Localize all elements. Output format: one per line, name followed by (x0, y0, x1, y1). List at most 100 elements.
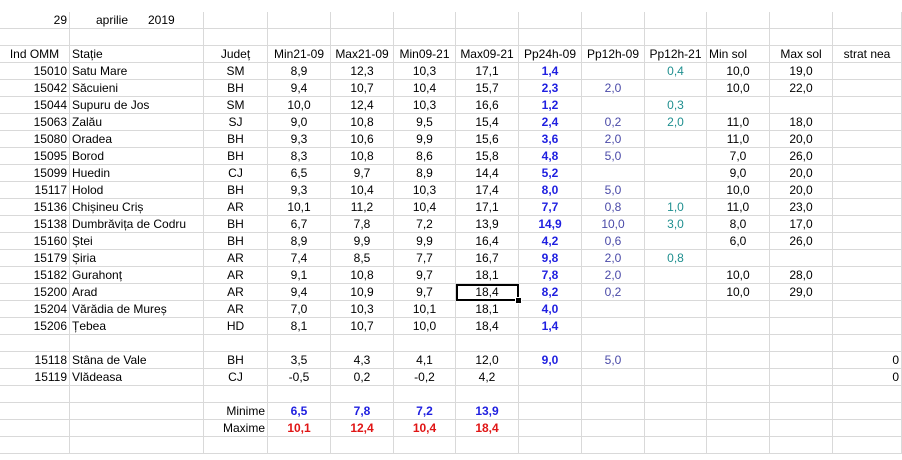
station-ind-cell[interactable]: 15095 (0, 148, 70, 165)
empty-cell[interactable] (519, 403, 582, 420)
station-maxsol-cell[interactable]: 19,0 (770, 63, 833, 80)
station-max0921-cell[interactable]: 13,9 (456, 216, 519, 233)
empty-cell[interactable] (582, 420, 645, 437)
empty-cell[interactable] (770, 335, 833, 352)
station-name-cell[interactable]: Ștei (70, 233, 204, 250)
empty-cell[interactable] (770, 403, 833, 420)
station-pp12_21-cell[interactable] (645, 233, 707, 250)
station-pp12_09-cell[interactable] (582, 318, 645, 335)
station-maxsol-cell[interactable]: 20,0 (770, 131, 833, 148)
station-pp12_09-cell[interactable]: 0,8 (582, 199, 645, 216)
station-ind-cell[interactable]: 15206 (0, 318, 70, 335)
empty-cell[interactable] (204, 386, 268, 403)
station-ind-cell[interactable]: 15042 (0, 80, 70, 97)
station-min0921-cell[interactable]: 4,1 (394, 352, 456, 369)
station-min0921-cell[interactable]: 10,3 (394, 97, 456, 114)
station-name-cell[interactable]: Oradea (70, 131, 204, 148)
minime-value[interactable]: 7,2 (394, 403, 456, 420)
empty-cell[interactable] (394, 335, 456, 352)
empty-cell[interactable] (519, 29, 582, 46)
station-pp24-cell[interactable]: 3,6 (519, 131, 582, 148)
empty-cell[interactable] (833, 403, 902, 420)
station-min2109-cell[interactable]: 10,0 (268, 97, 331, 114)
station-min0921-cell[interactable]: 9,7 (394, 284, 456, 301)
column-header[interactable]: Pp12h-21 (645, 46, 707, 63)
empty-cell[interactable] (331, 29, 394, 46)
station-max2109-cell[interactable]: 10,8 (331, 267, 394, 284)
empty-cell[interactable] (519, 335, 582, 352)
station-min2109-cell[interactable]: 8,9 (268, 63, 331, 80)
station-snow-cell[interactable] (833, 131, 902, 148)
selected-cell[interactable]: 18,4 (456, 284, 519, 301)
minime-value[interactable]: 7,8 (331, 403, 394, 420)
station-county-cell[interactable]: BH (204, 148, 268, 165)
empty-cell[interactable] (70, 437, 204, 454)
station-name-cell[interactable]: Chișineu Criș (70, 199, 204, 216)
empty-cell[interactable] (707, 29, 770, 46)
station-max2109-cell[interactable]: 10,4 (331, 182, 394, 199)
station-pp12_09-cell[interactable]: 5,0 (582, 148, 645, 165)
station-county-cell[interactable]: SM (204, 97, 268, 114)
station-min0921-cell[interactable]: 10,4 (394, 199, 456, 216)
station-min2109-cell[interactable]: 9,4 (268, 80, 331, 97)
empty-cell[interactable] (645, 386, 707, 403)
station-min0921-cell[interactable]: 10,3 (394, 63, 456, 80)
station-ind-cell[interactable]: 15138 (0, 216, 70, 233)
station-max0921-cell[interactable]: 18,4 (456, 318, 519, 335)
station-min0921-cell[interactable]: 10,1 (394, 301, 456, 318)
station-snow-cell[interactable] (833, 182, 902, 199)
empty-cell[interactable] (268, 386, 331, 403)
empty-cell[interactable] (0, 420, 70, 437)
station-max0921-cell[interactable]: 12,0 (456, 352, 519, 369)
station-min2109-cell[interactable]: -0,5 (268, 369, 331, 386)
station-max0921-cell[interactable]: 16,7 (456, 250, 519, 267)
empty-cell[interactable] (707, 335, 770, 352)
station-ind-cell[interactable]: 15119 (0, 369, 70, 386)
empty-cell[interactable] (645, 29, 707, 46)
station-min2109-cell[interactable]: 8,9 (268, 233, 331, 250)
station-pp24-cell[interactable]: 9,8 (519, 250, 582, 267)
station-name-cell[interactable]: Zalău (70, 114, 204, 131)
station-maxsol-cell[interactable] (770, 352, 833, 369)
station-pp12_21-cell[interactable] (645, 148, 707, 165)
station-maxsol-cell[interactable]: 18,0 (770, 114, 833, 131)
minime-value[interactable]: 13,9 (456, 403, 519, 420)
station-county-cell[interactable]: AR (204, 250, 268, 267)
empty-cell[interactable] (707, 386, 770, 403)
empty-cell[interactable] (582, 12, 645, 29)
station-max2109-cell[interactable]: 10,6 (331, 131, 394, 148)
station-minsol-cell[interactable]: 10,0 (707, 182, 770, 199)
empty-cell[interactable] (204, 437, 268, 454)
station-minsol-cell[interactable]: 8,0 (707, 216, 770, 233)
station-name-cell[interactable]: Borod (70, 148, 204, 165)
station-max2109-cell[interactable]: 7,8 (331, 216, 394, 233)
empty-cell[interactable] (70, 420, 204, 437)
station-snow-cell[interactable] (833, 114, 902, 131)
station-minsol-cell[interactable] (707, 318, 770, 335)
station-min0921-cell[interactable]: 9,7 (394, 267, 456, 284)
station-minsol-cell[interactable] (707, 301, 770, 318)
station-min0921-cell[interactable]: 10,4 (394, 80, 456, 97)
station-ind-cell[interactable]: 15063 (0, 114, 70, 131)
station-ind-cell[interactable]: 15200 (0, 284, 70, 301)
station-county-cell[interactable]: AR (204, 199, 268, 216)
empty-cell[interactable] (519, 386, 582, 403)
station-minsol-cell[interactable]: 6,0 (707, 233, 770, 250)
station-min0921-cell[interactable]: 9,9 (394, 233, 456, 250)
column-header[interactable]: Județ (204, 46, 268, 63)
station-min2109-cell[interactable]: 10,1 (268, 199, 331, 216)
station-maxsol-cell[interactable]: 26,0 (770, 233, 833, 250)
station-pp12_09-cell[interactable] (582, 301, 645, 318)
station-minsol-cell[interactable]: 10,0 (707, 80, 770, 97)
empty-cell[interactable] (268, 12, 331, 29)
empty-cell[interactable] (833, 12, 902, 29)
station-pp24-cell[interactable]: 8,0 (519, 182, 582, 199)
station-ind-cell[interactable]: 15117 (0, 182, 70, 199)
station-pp12_09-cell[interactable] (582, 165, 645, 182)
station-snow-cell[interactable] (833, 301, 902, 318)
station-ind-cell[interactable]: 15010 (0, 63, 70, 80)
station-ind-cell[interactable]: 15204 (0, 301, 70, 318)
station-ind-cell[interactable]: 15118 (0, 352, 70, 369)
station-pp24-cell[interactable]: 2,4 (519, 114, 582, 131)
station-min2109-cell[interactable]: 9,0 (268, 114, 331, 131)
